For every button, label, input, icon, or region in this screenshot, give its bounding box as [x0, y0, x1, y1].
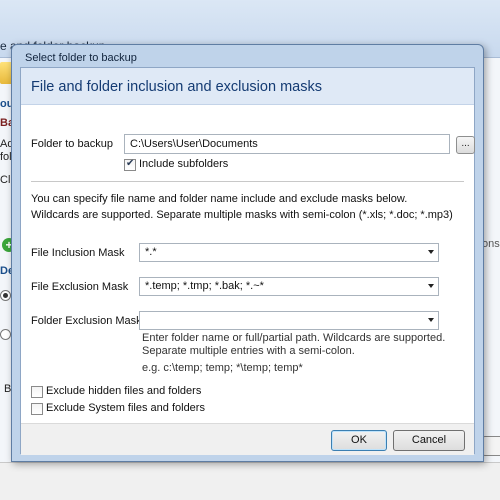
ok-button[interactable]: OK	[331, 430, 387, 451]
select-folder-dialog: Select folder to backup File and folder …	[11, 44, 484, 462]
include-subfolders-label: Include subfolders	[139, 158, 229, 170]
dialog-header-title: File and folder inclusion and exclusion …	[31, 79, 322, 95]
file-inclusion-mask-label: File Inclusion Mask	[31, 247, 125, 259]
folder-exclusion-mask-label: Folder Exclusion Mask	[31, 315, 142, 327]
browse-button[interactable]: ...	[456, 136, 475, 154]
exclude-hidden-label: Exclude hidden files and folders	[46, 385, 202, 397]
file-inclusion-mask-value: *.*	[145, 246, 157, 258]
folder-path-field[interactable]: C:\Users\User\Documents	[124, 134, 450, 154]
background-status-area	[0, 462, 500, 500]
file-inclusion-mask-combo[interactable]: *.*	[139, 243, 439, 262]
folder-exclusion-hint-example: e.g. c:\temp; temp; *\temp; temp*	[142, 362, 303, 374]
background-radio-2[interactable]	[0, 329, 11, 340]
exclude-hidden-checkbox[interactable]	[31, 386, 43, 398]
dialog-client-area: File and folder inclusion and exclusion …	[20, 67, 475, 455]
dialog-title-bar[interactable]: Select folder to backup	[12, 45, 483, 69]
dialog-button-bar: OK Cancel	[21, 423, 474, 455]
chevron-down-icon[interactable]	[428, 284, 434, 288]
info-text-line-2: Wildcards are supported. Separate multip…	[31, 209, 453, 221]
exclude-system-checkbox[interactable]	[31, 403, 43, 415]
dialog-header-band: File and folder inclusion and exclusion …	[21, 68, 474, 105]
exclude-system-label: Exclude System files and folders	[46, 402, 205, 414]
chevron-down-icon[interactable]	[428, 250, 434, 254]
file-exclusion-mask-combo[interactable]: *.temp; *.tmp; *.bak; *.~*	[139, 277, 439, 296]
chevron-down-icon[interactable]	[428, 318, 434, 322]
include-subfolders-checkbox[interactable]	[124, 158, 136, 171]
background-radio-1[interactable]	[0, 290, 11, 301]
folder-exclusion-hint-line-2: Separate multiple entries with a semi-co…	[142, 345, 355, 357]
divider	[31, 181, 464, 182]
background-right-button[interactable]	[482, 436, 500, 456]
file-exclusion-mask-label: File Exclusion Mask	[31, 281, 129, 293]
background-right-label: ons	[482, 238, 500, 250]
folder-to-backup-label: Folder to backup	[31, 138, 113, 150]
folder-exclusion-hint-line-1: Enter folder name or full/partial path. …	[142, 332, 446, 344]
file-exclusion-mask-value: *.temp; *.tmp; *.bak; *.~*	[145, 280, 264, 292]
cancel-button[interactable]: Cancel	[393, 430, 465, 451]
info-text-line-1: You can specify file name and folder nam…	[31, 193, 408, 205]
dialog-title: Select folder to backup	[25, 52, 137, 64]
folder-exclusion-mask-combo[interactable]	[139, 311, 439, 330]
